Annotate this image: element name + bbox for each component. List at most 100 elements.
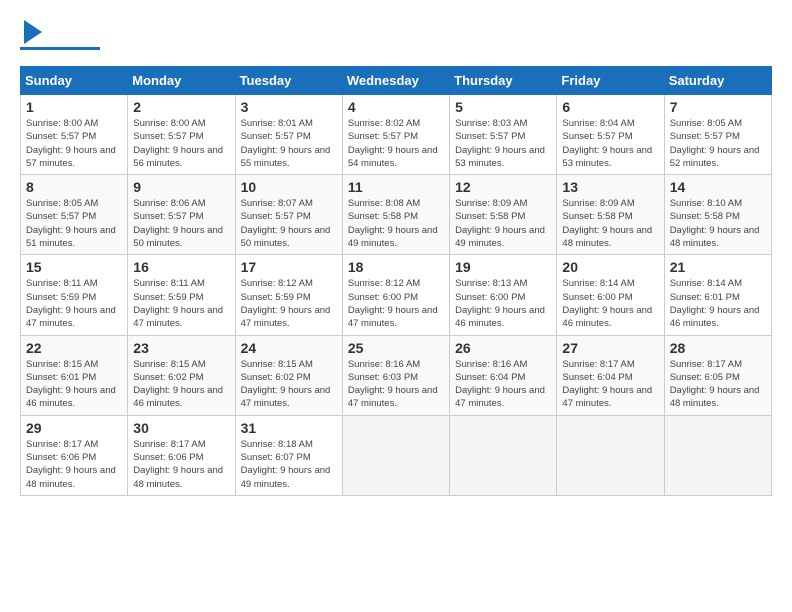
calendar-cell: 6 Sunrise: 8:04 AMSunset: 5:57 PMDaylight… [557, 95, 664, 175]
day-info: Sunrise: 8:17 AMSunset: 6:04 PMDaylight:… [562, 358, 658, 411]
day-number: 24 [241, 340, 337, 356]
day-number: 17 [241, 259, 337, 275]
calendar-cell: 27 Sunrise: 8:17 AMSunset: 6:04 PMDayligh… [557, 335, 664, 415]
calendar-cell [450, 415, 557, 495]
day-number: 23 [133, 340, 229, 356]
calendar-cell: 16Sunrise: 8:11 AMSunset: 5:59 PMDayligh… [128, 255, 235, 335]
day-number: 11 [348, 179, 444, 195]
weekday-header: Wednesday [342, 67, 449, 95]
calendar-cell: 15 Sunrise: 8:11 AMSunset: 5:59 PMDayligh… [21, 255, 128, 335]
day-info: Sunrise: 8:10 AMSunset: 5:58 PMDaylight:… [670, 197, 766, 250]
calendar-cell: 19 Sunrise: 8:13 AMSunset: 6:00 PMDayligh… [450, 255, 557, 335]
day-info: Sunrise: 8:15 AMSunset: 6:01 PMDaylight:… [26, 358, 122, 411]
calendar-cell: 17 Sunrise: 8:12 AMSunset: 5:59 PMDayligh… [235, 255, 342, 335]
calendar-cell: 9 Sunrise: 8:06 AMSunset: 5:57 PMDaylight… [128, 175, 235, 255]
day-info: Sunrise: 8:15 AMSunset: 6:02 PMDaylight:… [133, 358, 229, 411]
calendar-week-row: 29 Sunrise: 8:17 AMSunset: 6:06 PMDayligh… [21, 415, 772, 495]
day-number: 21 [670, 259, 766, 275]
day-number: 12 [455, 179, 551, 195]
day-info: Sunrise: 8:16 AMSunset: 6:04 PMDaylight:… [455, 358, 551, 411]
day-number: 29 [26, 420, 122, 436]
weekday-header: Friday [557, 67, 664, 95]
calendar-cell: 25Sunrise: 8:16 AMSunset: 6:03 PMDayligh… [342, 335, 449, 415]
day-info: Sunrise: 8:08 AMSunset: 5:58 PMDaylight:… [348, 197, 444, 250]
calendar-cell: 26 Sunrise: 8:16 AMSunset: 6:04 PMDayligh… [450, 335, 557, 415]
day-number: 9 [133, 179, 229, 195]
calendar-cell: 10 Sunrise: 8:07 AMSunset: 5:57 PMDayligh… [235, 175, 342, 255]
day-number: 15 [26, 259, 122, 275]
day-info: Sunrise: 8:03 AMSunset: 5:57 PMDaylight:… [455, 117, 551, 170]
calendar-cell: 20 Sunrise: 8:14 AMSunset: 6:00 PMDayligh… [557, 255, 664, 335]
day-info: Sunrise: 8:18 AMSunset: 6:07 PMDaylight:… [241, 438, 337, 491]
day-info: Sunrise: 8:09 AMSunset: 5:58 PMDaylight:… [562, 197, 658, 250]
day-info: Sunrise: 8:06 AMSunset: 5:57 PMDaylight:… [133, 197, 229, 250]
day-number: 7 [670, 99, 766, 115]
day-info: Sunrise: 8:02 AMSunset: 5:57 PMDaylight:… [348, 117, 444, 170]
weekday-header: Thursday [450, 67, 557, 95]
weekday-header: Monday [128, 67, 235, 95]
day-info: Sunrise: 8:15 AMSunset: 6:02 PMDaylight:… [241, 358, 337, 411]
day-number: 3 [241, 99, 337, 115]
day-info: Sunrise: 8:11 AMSunset: 5:59 PMDaylight:… [26, 277, 122, 330]
day-info: Sunrise: 8:14 AMSunset: 6:00 PMDaylight:… [562, 277, 658, 330]
calendar-cell: 4 Sunrise: 8:02 AMSunset: 5:57 PMDaylight… [342, 95, 449, 175]
calendar-week-row: 8Sunrise: 8:05 AMSunset: 5:57 PMDaylight… [21, 175, 772, 255]
page-header [20, 20, 772, 50]
logo-arrow-icon [24, 20, 42, 44]
calendar-cell: 1 Sunrise: 8:00 AMSunset: 5:57 PMDaylight… [21, 95, 128, 175]
calendar-cell: 23 Sunrise: 8:15 AMSunset: 6:02 PMDayligh… [128, 335, 235, 415]
day-info: Sunrise: 8:12 AMSunset: 5:59 PMDaylight:… [241, 277, 337, 330]
calendar-cell: 8Sunrise: 8:05 AMSunset: 5:57 PMDaylight… [21, 175, 128, 255]
calendar-cell: 21 Sunrise: 8:14 AMSunset: 6:01 PMDayligh… [664, 255, 771, 335]
day-info: Sunrise: 8:14 AMSunset: 6:01 PMDaylight:… [670, 277, 766, 330]
calendar-cell: 24 Sunrise: 8:15 AMSunset: 6:02 PMDayligh… [235, 335, 342, 415]
day-number: 28 [670, 340, 766, 356]
day-number: 4 [348, 99, 444, 115]
day-number: 1 [26, 99, 122, 115]
calendar-header-row: SundayMondayTuesdayWednesdayThursdayFrid… [21, 67, 772, 95]
day-number: 25 [348, 340, 444, 356]
day-number: 5 [455, 99, 551, 115]
calendar-cell [664, 415, 771, 495]
day-number: 26 [455, 340, 551, 356]
day-number: 20 [562, 259, 658, 275]
calendar-cell: 30 Sunrise: 8:17 AMSunset: 6:06 PMDayligh… [128, 415, 235, 495]
day-info: Sunrise: 8:00 AMSunset: 5:57 PMDaylight:… [26, 117, 122, 170]
calendar-table: SundayMondayTuesdayWednesdayThursdayFrid… [20, 66, 772, 496]
day-number: 16 [133, 259, 229, 275]
day-number: 27 [562, 340, 658, 356]
calendar-cell: 14Sunrise: 8:10 AMSunset: 5:58 PMDayligh… [664, 175, 771, 255]
day-number: 13 [562, 179, 658, 195]
calendar-cell: 22Sunrise: 8:15 AMSunset: 6:01 PMDayligh… [21, 335, 128, 415]
day-number: 31 [241, 420, 337, 436]
calendar-cell: 13 Sunrise: 8:09 AMSunset: 5:58 PMDayligh… [557, 175, 664, 255]
day-info: Sunrise: 8:17 AMSunset: 6:06 PMDaylight:… [26, 438, 122, 491]
calendar-week-row: 1 Sunrise: 8:00 AMSunset: 5:57 PMDaylight… [21, 95, 772, 175]
day-info: Sunrise: 8:17 AMSunset: 6:05 PMDaylight:… [670, 358, 766, 411]
day-info: Sunrise: 8:05 AMSunset: 5:57 PMDaylight:… [670, 117, 766, 170]
weekday-header: Sunday [21, 67, 128, 95]
day-number: 10 [241, 179, 337, 195]
calendar-cell: 12 Sunrise: 8:09 AMSunset: 5:58 PMDayligh… [450, 175, 557, 255]
day-number: 30 [133, 420, 229, 436]
day-info: Sunrise: 8:17 AMSunset: 6:06 PMDaylight:… [133, 438, 229, 491]
calendar-cell [557, 415, 664, 495]
day-number: 2 [133, 99, 229, 115]
day-info: Sunrise: 8:04 AMSunset: 5:57 PMDaylight:… [562, 117, 658, 170]
calendar-cell: 28 Sunrise: 8:17 AMSunset: 6:05 PMDayligh… [664, 335, 771, 415]
day-info: Sunrise: 8:13 AMSunset: 6:00 PMDaylight:… [455, 277, 551, 330]
day-number: 6 [562, 99, 658, 115]
day-info: Sunrise: 8:07 AMSunset: 5:57 PMDaylight:… [241, 197, 337, 250]
logo-line [20, 47, 100, 50]
day-number: 18 [348, 259, 444, 275]
logo [20, 20, 100, 50]
calendar-body: 1 Sunrise: 8:00 AMSunset: 5:57 PMDaylight… [21, 95, 772, 496]
day-info: Sunrise: 8:00 AMSunset: 5:57 PMDaylight:… [133, 117, 229, 170]
day-info: Sunrise: 8:09 AMSunset: 5:58 PMDaylight:… [455, 197, 551, 250]
calendar-cell: 3Sunrise: 8:01 AMSunset: 5:57 PMDaylight… [235, 95, 342, 175]
day-number: 19 [455, 259, 551, 275]
calendar-cell: 31 Sunrise: 8:18 AMSunset: 6:07 PMDayligh… [235, 415, 342, 495]
calendar-cell: 5 Sunrise: 8:03 AMSunset: 5:57 PMDaylight… [450, 95, 557, 175]
day-number: 8 [26, 179, 122, 195]
weekday-header: Saturday [664, 67, 771, 95]
